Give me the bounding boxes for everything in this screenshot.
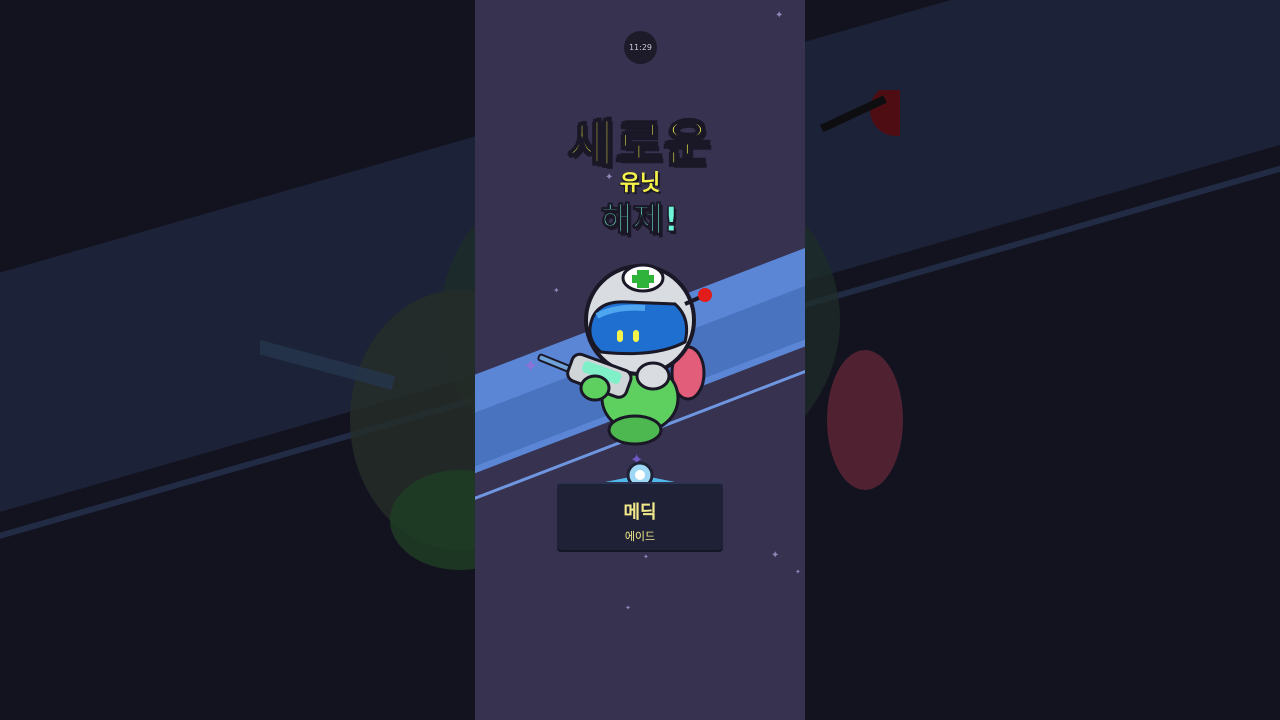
unlocked-label: 해제! xyxy=(600,200,680,241)
star-icon: ✦ xyxy=(771,550,780,561)
star-icon: ✦ xyxy=(795,568,801,576)
star-icon: ✦ xyxy=(643,553,649,561)
unit-role: 에이드 xyxy=(624,530,656,543)
medic-robot-icon xyxy=(537,263,712,446)
star-icon: ✦ xyxy=(625,604,631,612)
unit-card: 메딕 에이드 xyxy=(557,482,723,550)
star-icon: ✦ xyxy=(775,10,784,21)
game-screen: 11:29 ✦ ✦ ✦ ✦ ✦ ✦ ✦ ✦ ✦ 새로운 유닛 해제! 메딕 에이… xyxy=(475,0,805,720)
unit-name: 메딕 xyxy=(623,502,657,523)
clock-badge: 11:29 xyxy=(624,31,657,64)
